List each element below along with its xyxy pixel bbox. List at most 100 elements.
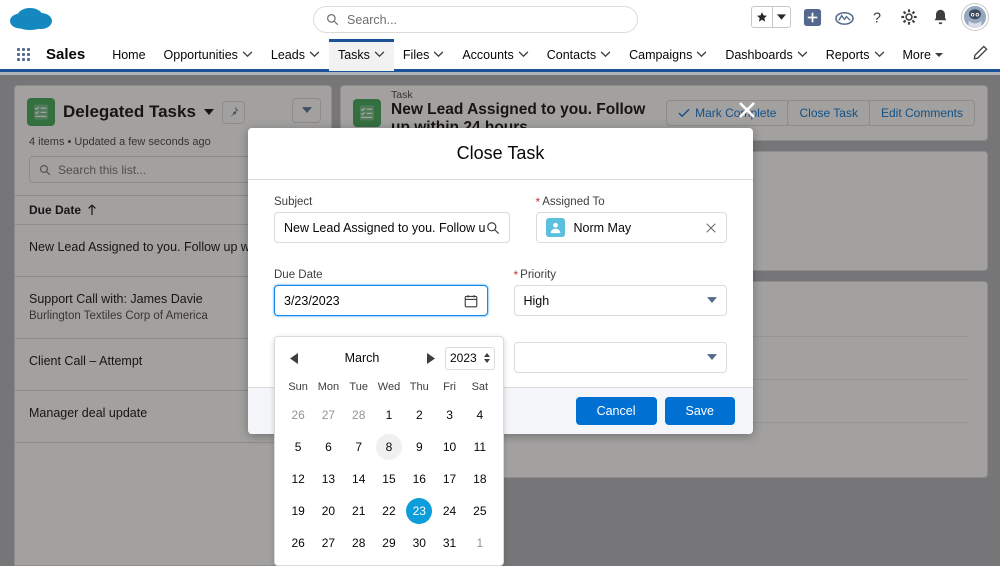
chevron-down-icon	[518, 51, 529, 58]
service-cloud-icon[interactable]	[834, 7, 855, 28]
calendar-day-cell[interactable]: 27	[313, 527, 343, 559]
pencil-edit-icon[interactable]	[973, 44, 988, 65]
notifications-bell-icon[interactable]	[930, 7, 951, 28]
calendar-day-cell[interactable]: 24	[434, 495, 464, 527]
global-header-actions: ?	[751, 4, 988, 30]
calendar-day-cell[interactable]: 11	[465, 431, 495, 463]
calendar-day-cell[interactable]: 1	[374, 399, 404, 431]
calendar-icon[interactable]	[464, 294, 478, 308]
required-indicator: *	[535, 195, 541, 209]
calendar-day-cell[interactable]: 6	[313, 431, 343, 463]
calendar-day-cell[interactable]: 20	[313, 495, 343, 527]
weekday-label: Wed	[377, 381, 401, 393]
calendar-day-cell[interactable]: 12	[283, 463, 313, 495]
calendar-day-cell[interactable]: 23	[404, 495, 434, 527]
calendar-day-cell[interactable]: 15	[374, 463, 404, 495]
nav-item-dashboards[interactable]: Dashboards	[716, 39, 816, 71]
calendar-day-number: 14	[352, 472, 366, 486]
prev-month-arrow-icon[interactable]	[283, 347, 305, 369]
date-picker-year-select[interactable]: 2023	[445, 346, 495, 370]
due-date-label: Due Date	[274, 269, 488, 281]
calendar-day-cell[interactable]: 31	[434, 527, 464, 559]
setup-gear-icon[interactable]	[898, 7, 919, 28]
calendar-day-cell[interactable]: 29	[374, 527, 404, 559]
subject-input[interactable]: New Lead Assigned to you. Follow u	[274, 212, 510, 243]
search-icon[interactable]	[486, 221, 500, 235]
clear-x-icon[interactable]	[705, 222, 717, 234]
calendar-day-cell[interactable]: 5	[283, 431, 313, 463]
calendar-day-cell[interactable]: 14	[344, 463, 374, 495]
nav-item-tasks[interactable]: Tasks	[328, 38, 394, 71]
date-picker-weekday-row: Sun Mon Tue Wed Thu Fri Sat	[283, 373, 495, 399]
priority-select[interactable]: High	[513, 285, 727, 316]
calendar-day-number: 25	[473, 504, 487, 518]
calendar-day-cell[interactable]: 10	[434, 431, 464, 463]
calendar-day-cell[interactable]: 26	[283, 399, 313, 431]
app-launcher-grid-icon[interactable]	[0, 48, 46, 61]
global-search-input[interactable]: Search...	[313, 6, 638, 33]
nav-item-contacts[interactable]: Contacts	[538, 39, 620, 71]
calendar-day-cell[interactable]: 25	[465, 495, 495, 527]
calendar-day-cell[interactable]: 13	[313, 463, 343, 495]
calendar-day-cell[interactable]: 30	[404, 527, 434, 559]
calendar-day-cell[interactable]: 9	[404, 431, 434, 463]
app-name-label: Sales	[46, 46, 86, 63]
nav-item-label: Campaigns	[629, 47, 693, 62]
calendar-day-number: 24	[442, 504, 457, 518]
salesforce-cloud-logo[interactable]	[8, 2, 62, 38]
calendar-day-cell[interactable]: 28	[344, 399, 374, 431]
help-icon[interactable]: ?	[866, 7, 887, 28]
calendar-day-number: 13	[321, 472, 336, 486]
calendar-day-cell[interactable]: 22	[374, 495, 404, 527]
calendar-day-number: 20	[321, 504, 336, 518]
calendar-day-cell[interactable]: 4	[465, 399, 495, 431]
calendar-day-number: 21	[352, 504, 366, 518]
favorites-dropdown-icon[interactable]	[773, 7, 790, 27]
weekday-label: Tue	[349, 381, 368, 393]
nav-item-home[interactable]: Home	[103, 39, 154, 71]
calendar-day-number: 2	[415, 408, 423, 422]
salesforce-app: Search... ? Sales Home Opportunities Lea…	[0, 0, 1000, 566]
favorites-split-button[interactable]	[751, 6, 791, 28]
calendar-day-cell[interactable]: 18	[465, 463, 495, 495]
nav-item-label: Leads	[270, 47, 305, 62]
due-date-input[interactable]: 3/23/2023	[274, 285, 488, 316]
assigned-to-field[interactable]: Norm May	[535, 212, 727, 243]
calendar-day-number: 6	[325, 440, 332, 454]
nav-item-files[interactable]: Files	[394, 39, 453, 71]
calendar-day-number: 16	[412, 472, 426, 486]
nav-item-leads[interactable]: Leads	[262, 39, 329, 71]
calendar-day-cell[interactable]: 16	[404, 463, 434, 495]
next-month-arrow-icon[interactable]	[419, 347, 441, 369]
calendar-day-number: 26	[291, 408, 305, 422]
calendar-day-cell[interactable]: 26	[283, 527, 313, 559]
favorites-star-icon[interactable]	[752, 7, 773, 27]
calendar-day-cell[interactable]: 17	[434, 463, 464, 495]
user-profile-avatar[interactable]	[962, 4, 988, 30]
nav-item-accounts[interactable]: Accounts	[453, 39, 537, 71]
save-button[interactable]: Save	[664, 397, 735, 425]
year-spinner-icon[interactable]	[484, 353, 490, 363]
calendar-day-cell[interactable]: 27	[313, 399, 343, 431]
svg-text:?: ?	[872, 10, 880, 26]
calendar-day-cell[interactable]: 3	[434, 399, 464, 431]
chevron-down-icon	[707, 354, 717, 360]
app-add-icon[interactable]	[802, 7, 823, 28]
calendar-day-cell[interactable]: 1	[465, 527, 495, 559]
calendar-day-cell[interactable]: 7	[344, 431, 374, 463]
nav-item-opportunities[interactable]: Opportunities	[155, 39, 262, 71]
cancel-button[interactable]: Cancel	[575, 397, 657, 425]
status-select[interactable]	[513, 342, 727, 373]
app-navigation-bar: Sales Home Opportunities Leads Tasks Fil…	[0, 38, 1000, 72]
calendar-day-cell[interactable]: 28	[344, 527, 374, 559]
nav-item-reports[interactable]: Reports	[817, 39, 894, 71]
nav-item-campaigns[interactable]: Campaigns	[620, 39, 716, 71]
calendar-day-cell[interactable]: 2	[404, 399, 434, 431]
label-text: Subject	[274, 196, 313, 208]
calendar-day-cell[interactable]: 21	[344, 495, 374, 527]
modal-header: Close Task	[248, 128, 753, 180]
calendar-day-cell[interactable]: 19	[283, 495, 313, 527]
calendar-day-cell[interactable]: 8	[374, 431, 404, 463]
close-x-icon[interactable]	[735, 98, 759, 122]
nav-item-more[interactable]: More	[894, 39, 952, 71]
